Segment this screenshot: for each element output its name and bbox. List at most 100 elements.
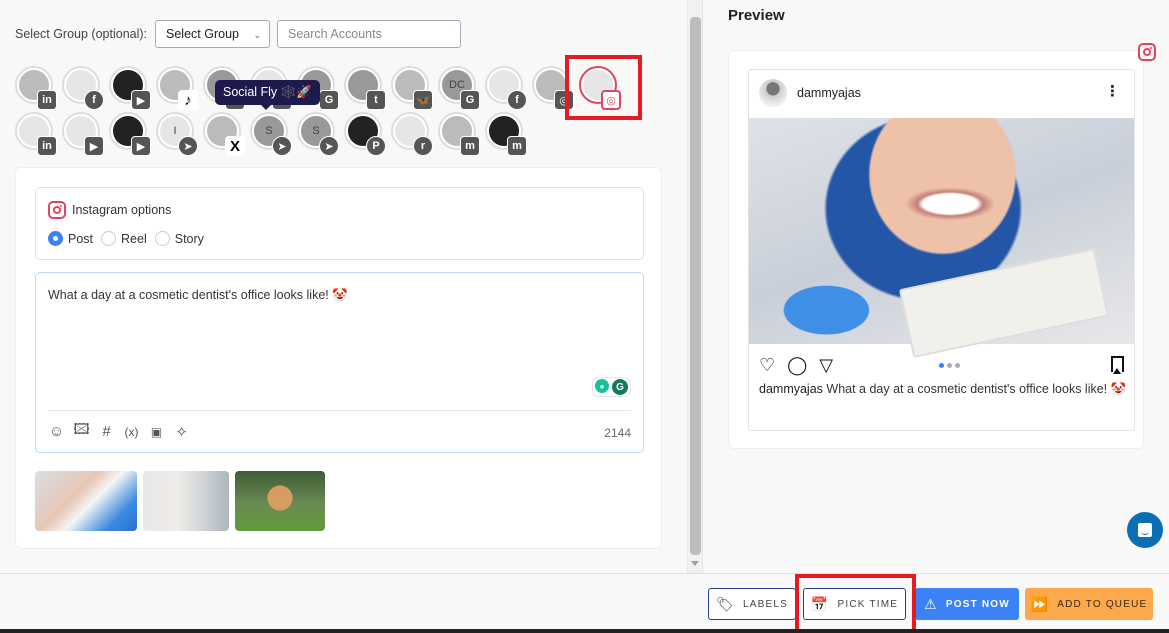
account-avatar-linkedin[interactable]: in [15,112,57,156]
account-avatar-youtube[interactable]: ▶ [109,112,151,156]
account-avatar-tiktok[interactable]: ♪ [156,66,198,110]
highlight-selected-account [565,55,642,120]
preview-panel: Preview dammyajas ⋮ ♡ ◯ ▽ dammyajas What… [704,0,1169,573]
media-thumbnail[interactable] [35,471,137,531]
instagram-options-title: Instagram options [72,203,172,217]
media-thumbnail[interactable] [143,471,229,531]
account-avatar-linkedin[interactable]: in [15,66,57,110]
account-avatar-reddit[interactable]: r [391,112,433,156]
variable-icon[interactable]: (x) [123,423,140,440]
mastodon-icon: m [460,136,480,156]
account-avatar-youtube[interactable]: ▶ [62,112,104,156]
fast-forward-icon: ⏩ [1030,595,1050,612]
search-accounts-input[interactable]: Search Accounts [277,20,462,48]
scrollbar-thumb[interactable] [690,17,701,555]
post-now-label: POST NOW [945,598,1010,610]
comment-icon[interactable]: ◯ [787,355,807,376]
account-avatar-youtube[interactable]: ▶ [109,66,151,110]
radio-indicator[interactable] [101,231,117,246]
post-editor-card: Instagram options Post Reel Story What a d… [15,167,662,549]
linkedin-icon: in [37,90,57,110]
account-avatar-facebook[interactable]: f [485,66,527,110]
carousel-dot-active [939,363,944,368]
carousel-dot [947,363,952,368]
veneer-tray [898,247,1110,359]
radio-label: Post [68,231,94,246]
mastodon-icon: m [507,136,527,156]
grammarly-icon[interactable]: G [612,379,628,395]
radio-label: Reel [121,231,147,246]
telegram-icon: ➤ [178,136,198,156]
carousel-dots [939,363,960,368]
grammarly-widget[interactable]: ● G [592,377,631,397]
account-avatar-mastodon[interactable]: m [438,112,480,156]
add-to-queue-button[interactable]: ⏩ ADD TO QUEUE [1025,588,1153,620]
account-avatar-telegram[interactable]: S ➤ [250,112,292,156]
add-to-queue-label: ADD TO QUEUE [1057,598,1148,610]
account-avatar-telegram[interactable]: I ➤ [156,112,198,156]
post-actions: ♡ ◯ ▽ [759,355,833,376]
group-select[interactable]: Select Group ⌄ [155,20,271,48]
preview-card: dammyajas ⋮ ♡ ◯ ▽ dammyajas What a day a… [728,50,1144,449]
composer-panel: Select Group (optional): Select Group ⌄ … [0,0,687,573]
facebook-icon: f [84,90,104,110]
telegram-icon: ➤ [272,136,292,156]
radio-indicator[interactable] [48,231,63,246]
radio-indicator[interactable] [154,231,170,246]
post-text-editor[interactable]: What a day at a cosmetic dentist's offic… [35,272,644,453]
tiktok-icon: ♪ [178,90,198,110]
labels-label: LABELS [742,598,788,610]
composer-scrollbar[interactable] [687,0,703,573]
radio-reel[interactable]: Reel [101,231,147,246]
account-avatar-facebook[interactable]: f [62,66,104,110]
chevron-down-icon: ⌄ [253,30,262,40]
carousel-dot [955,363,960,368]
reddit-icon: r [413,136,433,156]
google-business-icon: G [460,90,480,110]
bookmark-icon[interactable] [1111,356,1124,374]
post-caption: dammyajas What a day at a cosmetic denti… [759,381,1129,398]
telegram-icon: ➤ [319,136,339,156]
ai-sparkle-icon[interactable]: ✧ [173,423,190,441]
scroll-down-arrow[interactable] [691,561,699,566]
editor-toolbar: ☺ 🖾 # (x) ▣ ✧ [48,421,190,441]
image-icon[interactable]: 🖾 [73,421,90,440]
instagram-icon [1138,43,1156,61]
grammarly-suggestion-icon[interactable]: ● [595,379,609,393]
heart-icon[interactable]: ♡ [759,355,775,376]
youtube-icon: ▶ [84,136,104,156]
instagram-options-header: Instagram options [48,201,171,219]
account-avatar-google-business[interactable]: DC G [438,66,480,110]
account-avatar-pinterest[interactable]: P [344,112,386,156]
media-thumbnail[interactable] [235,471,325,531]
instagram-icon [48,201,66,219]
group-label: Select Group (optional): [15,27,148,41]
post-text[interactable]: What a day at a cosmetic dentist's offic… [48,288,348,303]
x-icon: X [225,136,245,156]
account-avatar-bluesky[interactable]: 🦋 [391,66,433,110]
caption-text: What a day at a cosmetic dentist's offic… [822,382,1127,396]
account-avatar-mastodon[interactable]: m [485,112,527,156]
account-avatar-telegram[interactable]: S ➤ [297,112,339,156]
search-placeholder: Search Accounts [288,27,382,41]
more-options-icon[interactable]: ⋮ [1105,84,1120,99]
radio-story[interactable]: Story [154,231,204,246]
post-now-button[interactable]: ⚠ POST NOW [915,588,1019,620]
radio-post[interactable]: Post [48,231,93,246]
account-avatar-x[interactable]: X [203,112,245,156]
account-avatar-tumblr[interactable]: t [344,66,386,110]
support-chat-button[interactable] [1127,512,1163,548]
pinterest-icon: P [366,136,386,156]
hashtag-icon[interactable]: # [98,423,115,440]
taskbar-edge [0,629,1169,633]
emoji-icon[interactable]: ☺ [48,423,65,440]
group-filter-row: Select Group (optional): Select Group ⌄ … [15,20,462,48]
highlight-pick-time [795,574,916,633]
share-icon[interactable]: ▽ [819,355,833,376]
labels-button[interactable]: 🏷 LABELS [708,588,796,620]
action-bar: 🏷 LABELS 📅 PICK TIME ⚠ POST NOW ⏩ ADD TO… [0,573,1169,633]
tumblr-icon: t [366,90,386,110]
post-type-radios: Post Reel Story [48,231,206,246]
layout-icon[interactable]: ▣ [148,423,165,440]
google-business-icon: G [319,90,339,110]
